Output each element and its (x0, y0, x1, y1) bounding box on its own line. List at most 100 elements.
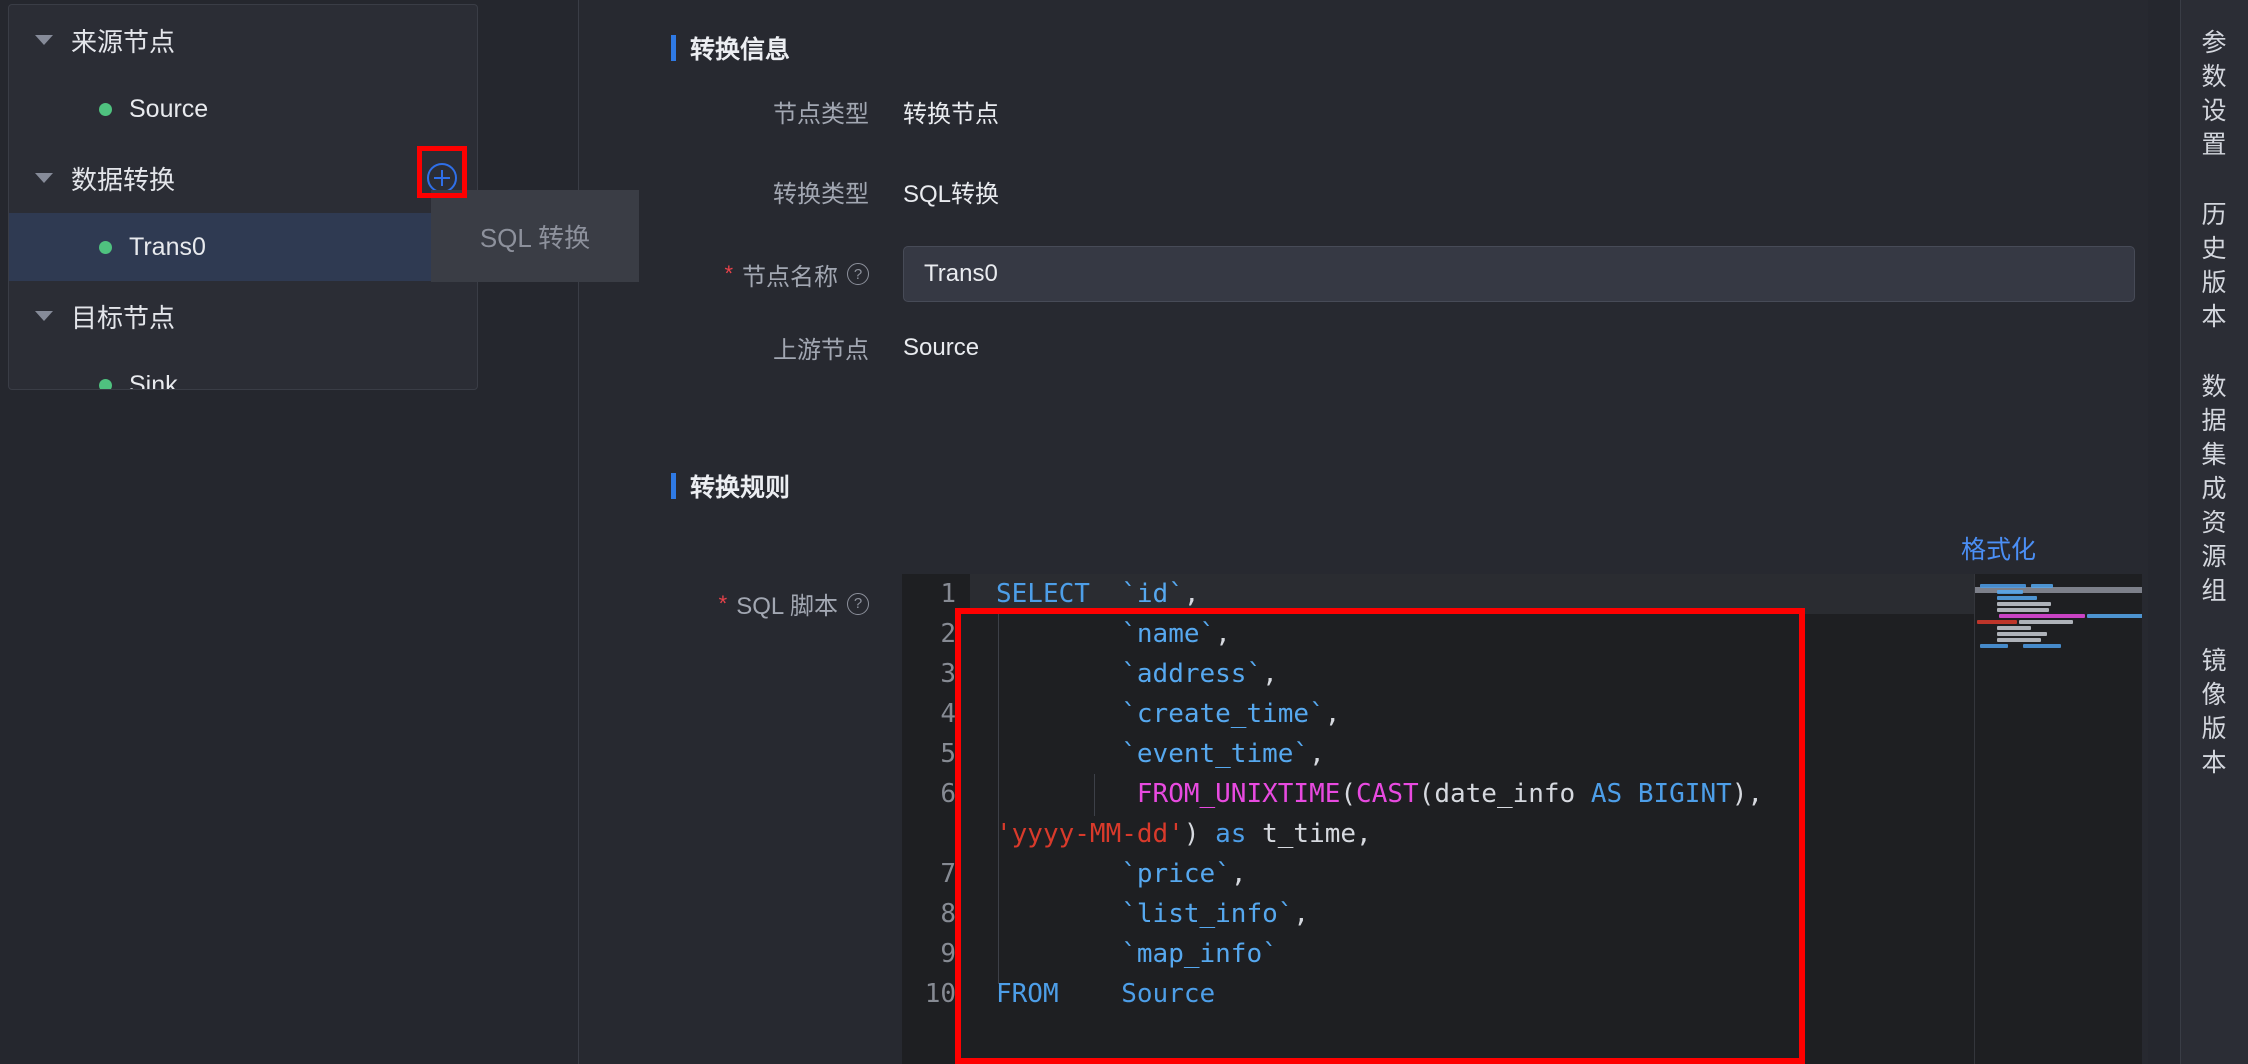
rail-item-char: 组 (2201, 577, 2228, 605)
code-line: FROM_UNIXTIME(CAST(date_info AS BIGINT), (1136, 779, 1764, 809)
rail-item-char: 源 (2201, 543, 2228, 571)
tree-item-trans0[interactable]: Trans0 (9, 213, 477, 281)
help-icon[interactable]: ? (847, 263, 869, 285)
field-value-upstream-node: Source (903, 333, 980, 361)
tree-item-source[interactable]: Source (9, 75, 477, 143)
editor-gutter: 1 2 3 4 5 6 7 8 9 10 (902, 574, 970, 1064)
code-line: `create_time`, (1121, 699, 1341, 729)
status-dot-icon (99, 240, 112, 254)
transform-type-dropdown[interactable]: SQL 转换 (431, 190, 639, 282)
editor-minimap[interactable] (1974, 574, 2142, 1064)
rail-item-char: 集 (2201, 441, 2228, 469)
rail-item-history-versions[interactable]: 历史版本 (2181, 180, 2248, 352)
rail-item-char: 镜 (2201, 647, 2228, 675)
sql-code-editor[interactable]: 1 2 3 4 5 6 7 8 9 10 SELECT `id`, `name`, `addres… (902, 574, 2142, 1064)
code-line: `event_time`, (1121, 739, 1325, 769)
rail-item-char: 数 (2201, 63, 2228, 91)
app-root: 来源节点 Source 数据转换 Trans0 目标节点 Sink SQL 转换… (0, 0, 2248, 1064)
field-label-text: SQL 脚本 (736, 593, 838, 620)
code-line: `list_info`, (1121, 899, 1310, 929)
help-icon[interactable]: ? (847, 592, 869, 615)
minimap-line (1999, 614, 2085, 618)
dropdown-item-sql-transform[interactable]: SQL 转换 (431, 218, 639, 255)
field-row-sql-script: * SQL 脚本 ? (579, 586, 869, 621)
rail-item-char: 参 (2201, 29, 2228, 57)
field-label-upstream-node: 上游节点 (773, 337, 869, 364)
field-row-node-name: * 节点名称 ? (579, 246, 2135, 302)
node-name-input[interactable] (903, 246, 2135, 302)
minimap-line (2087, 614, 2142, 618)
node-tree-panel: 来源节点 Source 数据转换 Trans0 目标节点 Sink (8, 4, 478, 390)
editor-code-content[interactable]: SELECT `id`, `name`, `address`, `create_… (970, 574, 2142, 1064)
status-dot-icon (99, 102, 112, 116)
status-dot-icon (99, 378, 112, 389)
tree-group-data-transform[interactable]: 数据转换 (9, 143, 477, 213)
chevron-down-icon[interactable] (35, 173, 53, 183)
minimap-line (1997, 602, 2051, 606)
minimap-line (1997, 590, 2023, 594)
line-number: 7 (940, 859, 956, 889)
field-label-text: 节点名称 (742, 263, 838, 291)
rail-item-char: 资 (2201, 509, 2228, 537)
rail-item-char: 置 (2201, 131, 2228, 159)
format-sql-button[interactable]: 格式化 (1961, 530, 2036, 566)
rail-item-parameter-settings[interactable]: 参数设置 (2181, 8, 2248, 180)
line-number: 2 (940, 619, 956, 649)
tree-group-source-nodes[interactable]: 来源节点 (9, 5, 477, 75)
line-number: 8 (940, 899, 956, 929)
minimap-line (1997, 638, 2041, 642)
code-line: FROM Source (996, 979, 1216, 1009)
code-line: `name`, (1121, 619, 1231, 649)
field-value-node-type: 转换节点 (903, 101, 999, 128)
line-number: 10 (924, 979, 956, 1009)
minimap-line (2023, 644, 2061, 648)
rail-item-image-versions[interactable]: 镜像版本 (2181, 626, 2248, 798)
required-marker: * (724, 261, 733, 286)
minimap-line (1977, 620, 2017, 624)
minimap-line (1997, 632, 2047, 636)
tree-item-label: Source (129, 94, 209, 123)
rail-item-char: 像 (2201, 681, 2228, 709)
plus-circle-icon (427, 163, 457, 193)
code-line: `price`, (1121, 859, 1247, 889)
tree-group-target-nodes[interactable]: 目标节点 (9, 281, 477, 351)
rail-item-char: 数 (2201, 373, 2228, 401)
tree-item-sink[interactable]: Sink (9, 351, 477, 389)
line-number: 3 (940, 659, 956, 689)
minimap-line (1997, 626, 2031, 630)
rail-item-char: 历 (2201, 201, 2228, 229)
field-label-node-type: 节点类型 (773, 101, 869, 128)
code-line: 'yyyy-MM-dd') as t_time, (996, 819, 1372, 849)
section-title-transform-rule: 转换规则 (671, 468, 790, 504)
rail-item-char: 设 (2201, 97, 2228, 125)
code-line: SELECT `id`, (996, 579, 1200, 609)
title-accent-bar (671, 35, 676, 61)
field-value-transform-type: SQL转换 (903, 181, 1000, 208)
section-title-transform-info: 转换信息 (671, 30, 790, 66)
code-line: `map_info` (1121, 939, 1278, 969)
rail-item-integration-resource-group[interactable]: 数据集成资源组 (2181, 352, 2248, 626)
tree-group-label: 目标节点 (71, 302, 176, 333)
rail-item-char: 版 (2201, 269, 2228, 297)
chevron-down-icon[interactable] (35, 311, 53, 321)
section-title-text: 转换信息 (690, 36, 791, 64)
minimap-line (2031, 584, 2053, 588)
chevron-down-icon[interactable] (35, 35, 53, 45)
field-label-sql-script: * SQL 脚本 ? (579, 586, 869, 621)
minimap-line (1997, 596, 2037, 600)
minimap-line (1980, 584, 2026, 588)
code-line: `address`, (1121, 659, 1278, 689)
rail-item-char: 版 (2201, 715, 2228, 743)
rail-item-char: 据 (2201, 407, 2228, 435)
right-side-rail: 参数设置 历史版本 数据集成资源组 镜像版本 (2180, 0, 2248, 1064)
tree-group-label: 数据转换 (71, 164, 176, 195)
minimap-line (1980, 644, 2008, 648)
line-number: 9 (940, 939, 956, 969)
tree-item-label: Trans0 (129, 232, 206, 261)
field-row-transform-type: 转换类型 SQL转换 (579, 174, 999, 209)
line-number: 5 (940, 739, 956, 769)
minimap-line (1997, 608, 2049, 612)
line-number: 1 (940, 579, 956, 609)
line-number: 6 (940, 779, 956, 809)
line-number: 4 (940, 699, 956, 729)
